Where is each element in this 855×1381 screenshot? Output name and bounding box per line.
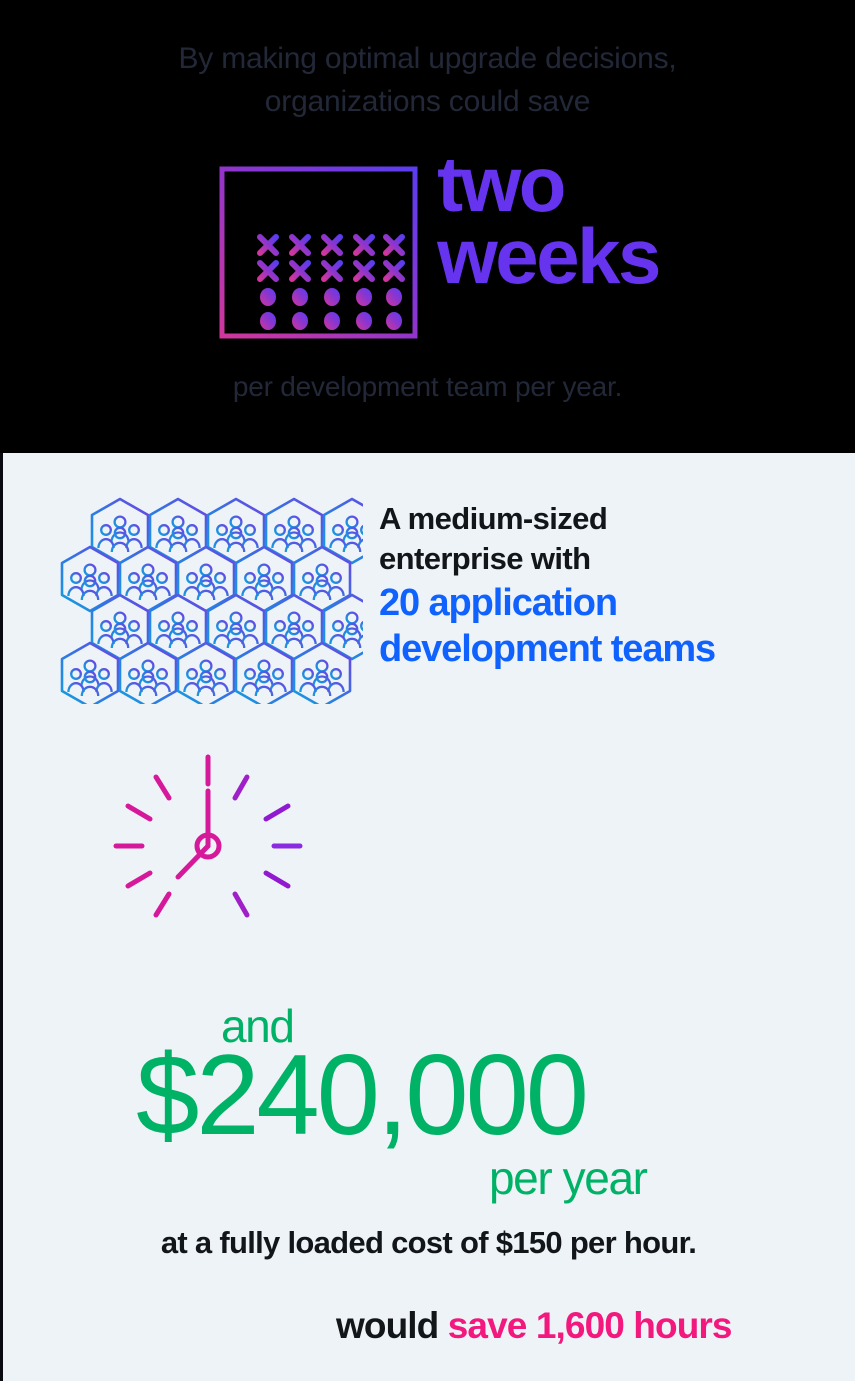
teams-block: A medium-sized enterprise with 20 applic… [3, 453, 854, 709]
calendar-headline-row: two weeks [0, 141, 855, 347]
top-dark-panel: By making optimal upgrade decisions, org… [0, 0, 855, 453]
hours-block [3, 751, 854, 951]
hours-highlight: save 1,600 hours [447, 1305, 733, 1346]
money-amount: $240,000 [136, 1032, 589, 1159]
teams-highlight-line-2: development teams [379, 627, 716, 670]
cost-note: at a fully loaded cost of $150 per hour. [160, 1225, 697, 1260]
money-block: and $240,000 per year [3, 981, 854, 1204]
per-year-label: per year [489, 1152, 648, 1204]
teams-line-2: enterprise with [379, 541, 591, 577]
intro-text: By making optimal upgrade decisions, org… [78, 38, 778, 123]
intro-line-1: By making optimal upgrade decisions, [178, 42, 677, 75]
clock-hands [175, 788, 222, 880]
hours-prefix: would [336, 1305, 448, 1346]
infographic-root: By making optimal upgrade decisions, org… [0, 0, 855, 1381]
bottom-light-panel: A medium-sized enterprise with 20 applic… [0, 453, 855, 1381]
people-hexagon-grid-icon [58, 489, 382, 709]
top-footnote: per development team per year. [232, 371, 623, 403]
teams-highlight-line-1: 20 application [379, 581, 618, 624]
calendar-icon [216, 147, 421, 347]
teams-line-1: A medium-sized [379, 501, 608, 536]
headline-two-weeks: two weeks [437, 145, 661, 300]
intro-line-2: organizations could save [264, 84, 591, 118]
headline-line-2: weeks [437, 211, 661, 300]
teams-copy: A medium-sized enterprise with 20 applic… [379, 499, 716, 672]
clock-and-ticks-graphic [98, 751, 758, 946]
hours-copy: would save 1,600 hours [336, 1305, 732, 1347]
